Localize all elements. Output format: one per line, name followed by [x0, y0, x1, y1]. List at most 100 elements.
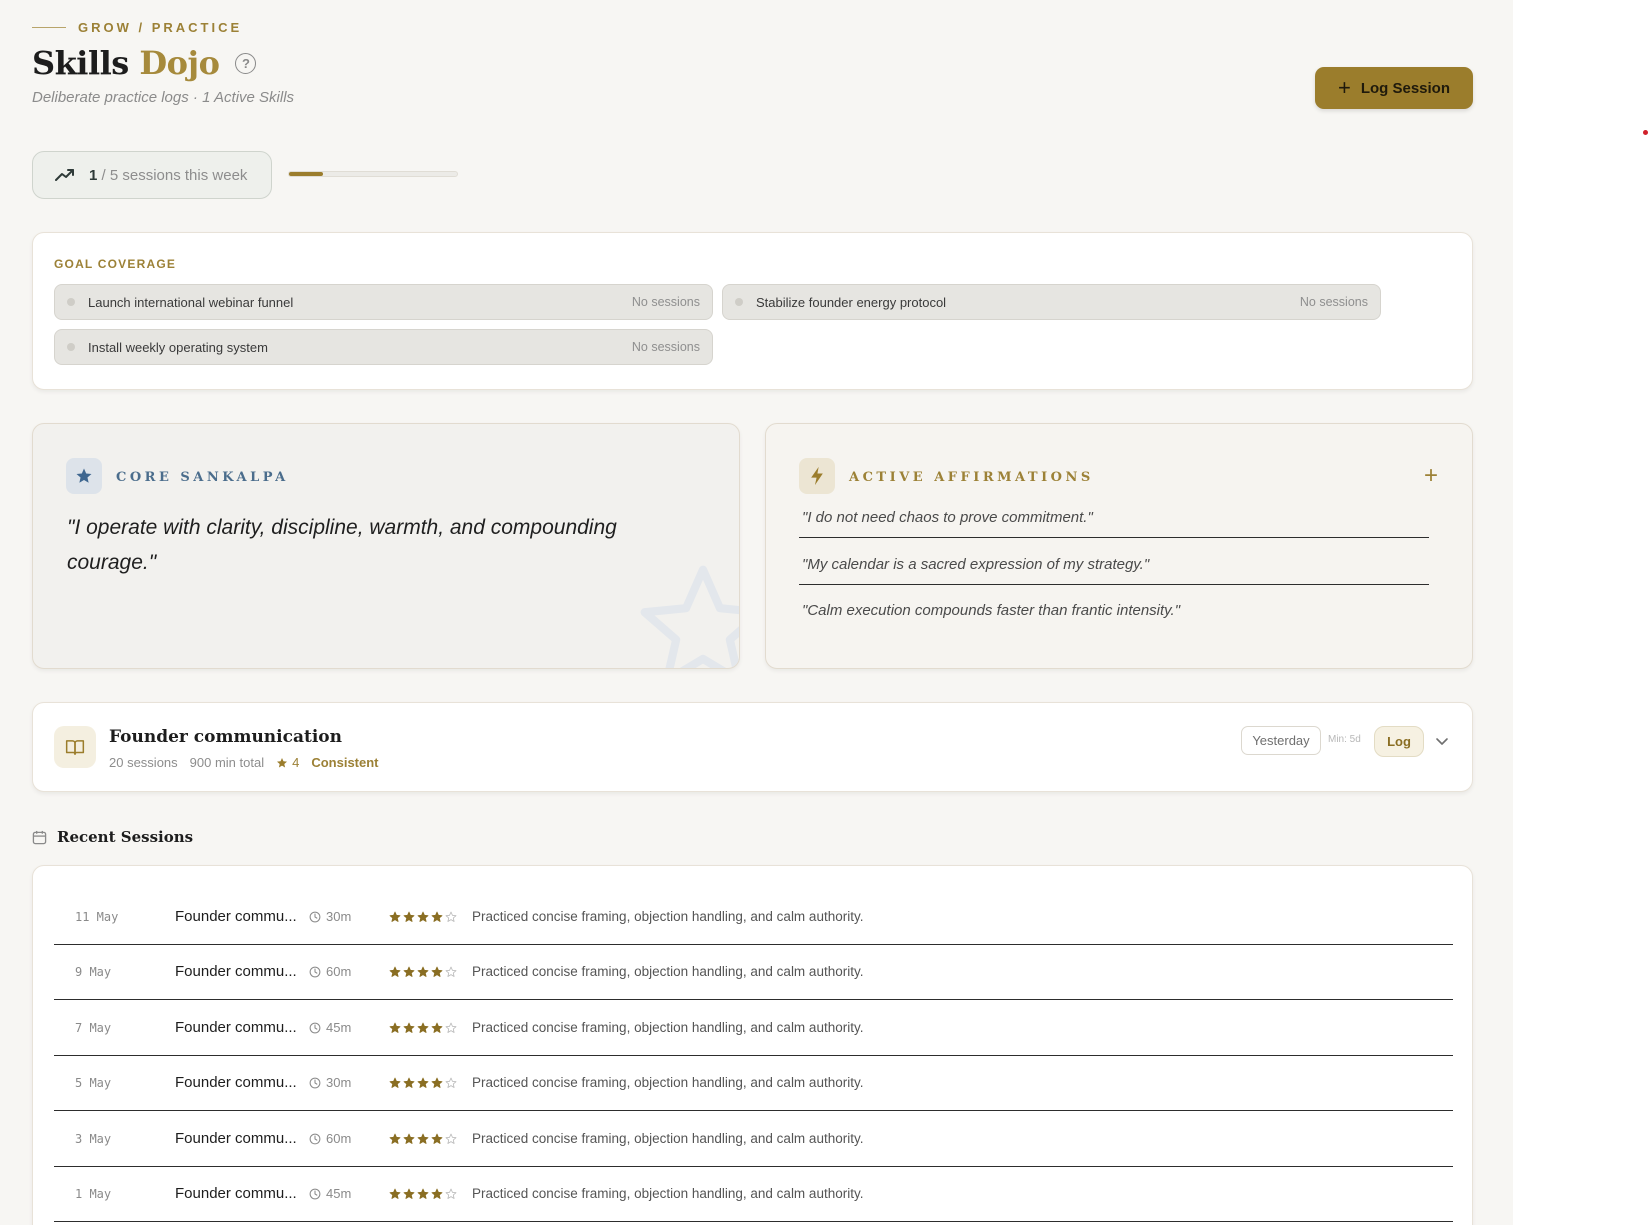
star-empty-icon	[445, 1133, 457, 1144]
session-note: Practiced concise framing, objection han…	[472, 1020, 864, 1035]
chevron-down-icon[interactable]	[1435, 735, 1449, 749]
goal-chip[interactable]: Install weekly operating system No sessi…	[54, 329, 713, 365]
star-filled-icon	[417, 1077, 429, 1088]
log-session-label: Log Session	[1360, 79, 1451, 97]
min-interval-label: Min: 5d	[1328, 734, 1361, 745]
help-icon[interactable]: ?	[235, 52, 257, 74]
session-note: Practiced concise framing, objection han…	[472, 964, 864, 979]
affirmation-item[interactable]: "Calm execution compounds faster than fr…	[799, 596, 1429, 631]
title-row: Skills Dojo ?	[32, 44, 257, 82]
session-duration: 60m	[302, 1131, 387, 1146]
skill-card[interactable]: Founder communication 20 sessions 900 mi…	[32, 702, 1473, 792]
session-date: 9 May	[75, 964, 112, 979]
skill-name: Founder communication	[109, 727, 342, 747]
goal-chip[interactable]: Stabilize founder energy protocol No ses…	[722, 284, 1381, 320]
session-skill-name: Founder commu...	[175, 963, 297, 980]
star-empty-icon	[445, 966, 457, 977]
breadcrumb-rule	[32, 27, 66, 28]
session-date: 1 May	[75, 1186, 112, 1201]
page-title: Skills Dojo	[32, 44, 220, 82]
session-duration: 60m	[302, 964, 387, 979]
affirmation-item[interactable]: "I do not need chaos to prove commitment…	[799, 503, 1429, 538]
session-rating	[387, 1133, 472, 1145]
star-empty-icon	[445, 911, 457, 922]
session-row[interactable]: 11 May Founder commu... 30m Practiced conci…	[54, 889, 1453, 945]
clock-icon	[309, 1133, 321, 1144]
goal-status: No sessions	[1299, 295, 1368, 309]
log-session-button[interactable]: + Log Session	[1315, 67, 1473, 109]
weekly-progress-bar	[288, 171, 458, 177]
breadcrumb-text: GROW / PRACTICE	[78, 20, 243, 35]
star-filled-icon	[417, 1022, 429, 1033]
skill-total-minutes: 900 min total	[189, 755, 265, 770]
session-duration: 30m	[302, 909, 387, 924]
lightning-icon	[811, 466, 823, 486]
goal-label: Stabilize founder energy protocol	[756, 294, 947, 310]
skill-meta: 20 sessions 900 min total 4 Consistent	[109, 755, 379, 770]
side-panel	[1513, 0, 1651, 1225]
star-badge	[66, 458, 102, 494]
session-row[interactable]: 9 May Founder commu... 60m Practiced concis…	[54, 944, 1453, 1000]
session-duration-value: 30m	[326, 1075, 352, 1090]
affirmation-item[interactable]: "My calendar is a sacred expression of m…	[799, 550, 1429, 585]
log-skill-button[interactable]: Log	[1374, 726, 1424, 757]
clock-icon	[309, 1077, 321, 1088]
goal-status-dot	[67, 343, 75, 351]
star-filled-icon	[431, 1077, 443, 1088]
session-duration-value: 45m	[326, 1020, 352, 1035]
goal-chip[interactable]: Launch international webinar funnel No s…	[54, 284, 713, 320]
session-duration-value: 60m	[326, 964, 352, 979]
goal-status: No sessions	[631, 340, 700, 354]
session-date: 3 May	[75, 1131, 112, 1146]
session-duration-value: 45m	[326, 1186, 352, 1201]
session-row[interactable]: 3 May Founder commu... 60m Practiced concis…	[54, 1111, 1453, 1167]
star-filled-icon	[403, 1077, 415, 1088]
session-note: Practiced concise framing, objection han…	[472, 1131, 864, 1146]
goal-label: Launch international webinar funnel	[88, 294, 294, 310]
book-icon-box	[54, 726, 96, 768]
skill-rating: 4	[276, 755, 299, 770]
breadcrumb: GROW / PRACTICE	[32, 20, 242, 35]
session-skill-name: Founder commu...	[175, 1130, 297, 1147]
star-filled-icon	[417, 911, 429, 922]
star-filled-icon	[403, 911, 415, 922]
decorative-star-icon	[640, 565, 739, 668]
session-rating	[387, 911, 472, 923]
weekly-progress-fill	[289, 172, 323, 176]
add-affirmation-button[interactable]: +	[1424, 464, 1438, 488]
star-icon	[76, 468, 92, 483]
session-rating	[387, 966, 472, 978]
indicator-dot	[1643, 130, 1648, 135]
goal-coverage-heading: GOAL COVERAGE	[54, 257, 177, 271]
recent-sessions-heading: Recent Sessions	[32, 828, 193, 846]
core-sankalpa-card: CORE SANKALPA "I operate with clarity, d…	[32, 423, 740, 669]
calendar-icon	[32, 830, 47, 844]
session-duration-value: 60m	[326, 1131, 352, 1146]
session-duration: 45m	[302, 1020, 387, 1035]
star-filled-icon	[431, 911, 443, 922]
star-filled-icon	[389, 966, 401, 977]
session-row[interactable]: 5 May Founder commu... 30m Practiced concis…	[54, 1055, 1453, 1111]
session-duration-value: 30m	[326, 909, 352, 924]
session-note: Practiced concise framing, objection han…	[472, 1075, 864, 1090]
star-filled-icon	[389, 1133, 401, 1144]
session-note: Practiced concise framing, objection han…	[472, 909, 864, 924]
star-filled-icon	[431, 966, 443, 977]
skill-consistency-badge: Consistent	[311, 755, 379, 770]
active-affirmations-label: ACTIVE AFFIRMATIONS	[849, 470, 1094, 485]
weekly-sessions-text: 1 / 5 sessions this week	[89, 167, 247, 184]
star-filled-icon	[403, 966, 415, 977]
star-filled-icon	[403, 1022, 415, 1033]
session-row[interactable]: 1 May Founder commu... 45m Practiced concis…	[54, 1166, 1453, 1222]
session-row[interactable]: 7 May Founder commu... 45m Practiced concis…	[54, 1000, 1453, 1056]
book-open-icon	[65, 739, 85, 755]
star-filled-icon	[389, 911, 401, 922]
active-affirmations-card: ACTIVE AFFIRMATIONS + "I do not need cha…	[765, 423, 1473, 669]
star-filled-icon	[431, 1188, 443, 1199]
star-empty-icon	[445, 1022, 457, 1033]
star-empty-icon	[445, 1077, 457, 1088]
session-skill-name: Founder commu...	[175, 1074, 297, 1091]
clock-icon	[309, 1188, 321, 1199]
clock-icon	[309, 966, 321, 977]
bolt-badge	[799, 458, 835, 494]
